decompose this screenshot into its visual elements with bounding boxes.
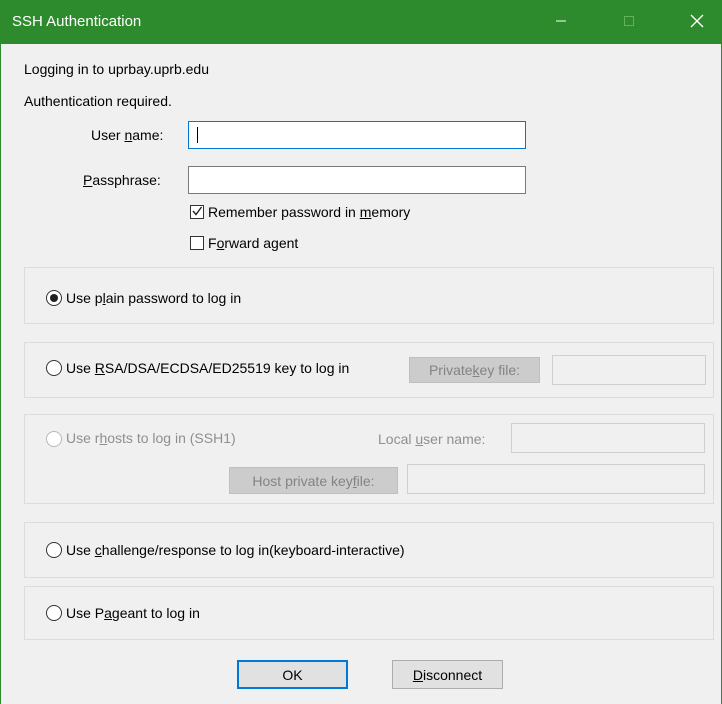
local-user-name-input[interactable] <box>511 423 705 453</box>
maximize-icon <box>623 14 635 30</box>
challenge-response-label[interactable]: Use challenge/response to log in(keyboar… <box>66 541 405 559</box>
minimize-button[interactable] <box>538 0 584 44</box>
window-border-left <box>0 44 1 704</box>
username-input[interactable] <box>188 121 526 149</box>
disconnect-button[interactable]: Disconnect <box>392 660 503 689</box>
username-label: User name: <box>91 127 164 143</box>
text-caret <box>197 127 198 143</box>
private-key-file-input[interactable] <box>552 355 706 385</box>
host-private-key-file-button[interactable]: Host private key f ile: <box>229 467 398 494</box>
key-auth-label[interactable]: Use RSA/DSA/ECDSA/ED25519 key to log in <box>66 359 349 377</box>
plain-password-radio[interactable] <box>46 290 62 306</box>
close-icon <box>690 14 704 31</box>
private-key-file-button[interactable]: Private k ey file: <box>409 357 540 383</box>
login-line: Logging in to uprbay.uprb.edu <box>24 61 209 77</box>
close-button[interactable] <box>674 0 720 44</box>
title-bar: SSH Authentication <box>0 0 722 44</box>
status-line: Authentication required. <box>24 93 172 109</box>
window-title: SSH Authentication <box>12 13 142 30</box>
passphrase-input[interactable] <box>188 166 526 194</box>
ok-button[interactable]: OK <box>237 660 348 689</box>
remember-password-label[interactable]: Remember password in memory <box>208 203 410 221</box>
remember-password-checkbox[interactable] <box>190 205 204 219</box>
local-user-name-label: Local user name: <box>378 431 486 447</box>
forward-agent-label[interactable]: Forward agent <box>208 234 298 252</box>
passphrase-label: Passphrase: <box>83 172 161 188</box>
rhosts-label[interactable]: Use rhosts to log in (SSH1) <box>66 429 236 447</box>
challenge-response-radio[interactable] <box>46 542 62 558</box>
rhosts-radio[interactable] <box>46 431 62 447</box>
pageant-radio[interactable] <box>46 605 62 621</box>
host-private-key-file-input[interactable] <box>407 464 705 494</box>
forward-agent-checkbox[interactable] <box>190 236 204 250</box>
pageant-label[interactable]: Use Pageant to log in <box>66 604 200 622</box>
key-auth-radio[interactable] <box>46 360 62 376</box>
plain-password-label[interactable]: Use plain password to log in <box>66 289 241 307</box>
maximize-button[interactable] <box>606 0 652 44</box>
checkmark-icon <box>191 204 203 220</box>
minimize-icon <box>555 14 567 30</box>
